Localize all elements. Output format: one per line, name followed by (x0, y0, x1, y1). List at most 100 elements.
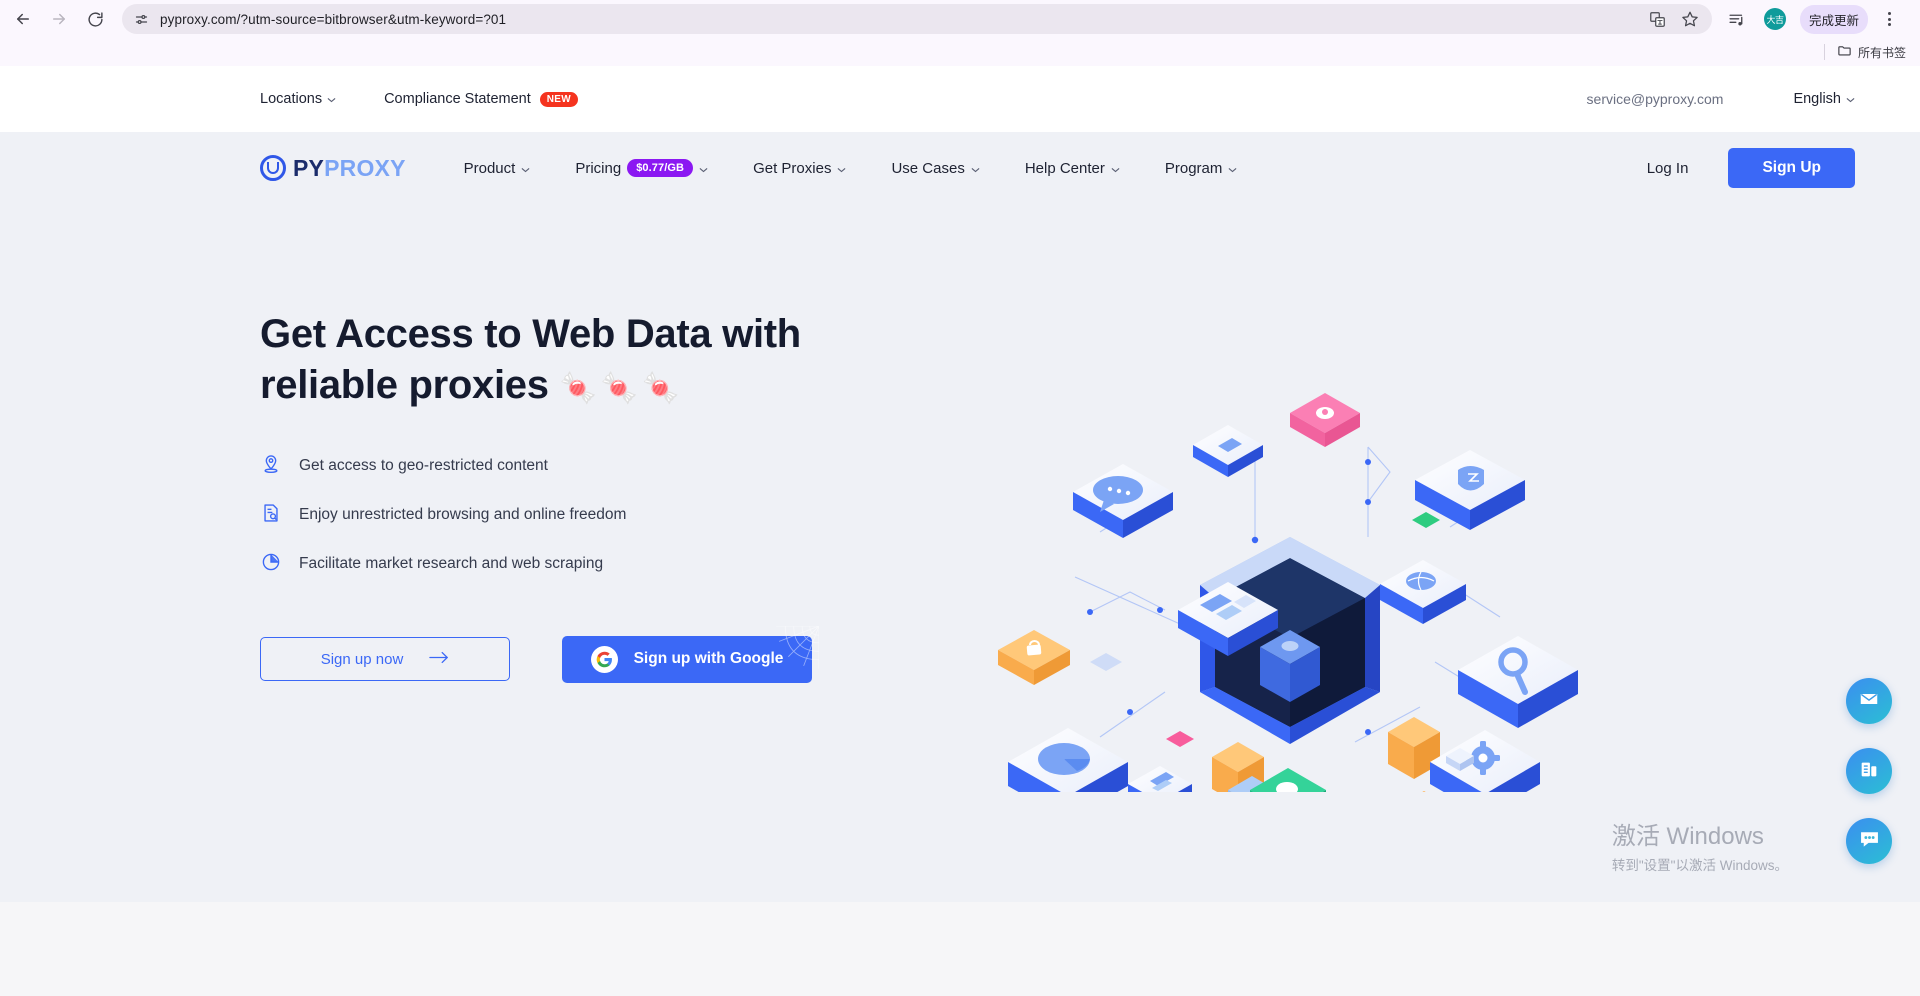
reading-list-icon (1728, 11, 1745, 28)
floating-action-buttons (1846, 678, 1892, 864)
main-navigation: PYPROXY Product Pricing $0.77/GB Get Pro… (0, 132, 1920, 204)
nav-item-use-cases[interactable]: Use Cases (891, 159, 980, 177)
document-tile (1128, 766, 1192, 814)
nav-item-pricing[interactable]: Pricing $0.77/GB (575, 159, 708, 177)
chevron-down-icon (1111, 160, 1120, 177)
pink-diamond (1166, 731, 1194, 747)
nav-actions: Log In Sign Up (1647, 148, 1855, 188)
divider (1823, 44, 1825, 60)
browser-menu-button[interactable] (1872, 2, 1906, 36)
logo-wordmark: PYPROXY (293, 155, 406, 182)
reading-list-button[interactable] (1720, 2, 1754, 36)
signup-now-label: Sign up now (320, 650, 404, 668)
language-label: English (1793, 91, 1841, 107)
url-text: pyproxy.com/?utm-source=bitbrowser&utm-k… (160, 11, 507, 27)
tag-tile (1193, 425, 1263, 477)
chevron-down-icon (699, 160, 708, 177)
spider-web-icon (773, 625, 820, 677)
candy-emoji: 🍬🍬🍬 (559, 371, 684, 405)
logo-proxy-text: PROXY (324, 154, 406, 181)
windows-activation-watermark: 激活 Windows 转到"设置"以激活 Windows。 (1612, 822, 1788, 874)
envelope-icon (1858, 688, 1880, 715)
chevron-down-icon (1228, 160, 1237, 177)
green-diamond (1412, 512, 1440, 528)
google-signup-label: Sign up with Google (633, 650, 784, 668)
watermark-subtitle: 转到"设置"以激活 Windows。 (1611, 858, 1788, 873)
feature-item: Enjoy unrestricted browsing and online f… (260, 502, 900, 529)
login-link[interactable]: Log In (1647, 160, 1689, 177)
language-selector[interactable]: English (1793, 91, 1855, 107)
document-search-icon (260, 502, 282, 529)
new-badge: NEW (539, 91, 578, 107)
translate-icon[interactable] (1646, 7, 1670, 31)
profile-button[interactable]: 大吉 (1758, 2, 1792, 36)
hero-section: PYPROXY Product Pricing $0.77/GB Get Pro… (0, 132, 1920, 902)
toolbar-right-group: 大吉 完成更新 (1720, 2, 1906, 36)
hero-title-line2: reliable proxies (260, 362, 549, 407)
signup-with-google-button[interactable]: Sign up with Google (562, 625, 820, 683)
star-icon[interactable] (1678, 7, 1702, 31)
signup-now-button[interactable]: Sign up now (260, 637, 510, 682)
nav-label: Program (1164, 159, 1223, 177)
chevron-down-icon (327, 91, 336, 107)
hero-body: Get Access to Web Data with reliable pro… (0, 204, 1920, 683)
pie-tile (1008, 728, 1128, 820)
tune-icon[interactable] (130, 8, 152, 30)
chat-tile (1073, 464, 1173, 538)
nav-label: Use Cases (891, 159, 965, 177)
logo-py-text: PY (293, 154, 325, 181)
reload-button[interactable] (78, 2, 112, 36)
support-email[interactable]: service@pyproxy.com (1587, 91, 1724, 107)
live-chat-fab[interactable] (1846, 818, 1892, 864)
all-bookmarks-item[interactable]: 所有书签 (1837, 43, 1906, 61)
nav-item-product[interactable]: Product (464, 160, 531, 177)
signup-button[interactable]: Sign Up (1728, 148, 1855, 188)
utility-links: Locations Compliance Statement NEW (260, 91, 578, 107)
pie-chart-icon (260, 551, 282, 578)
price-badge: $0.77/GB (627, 159, 694, 177)
chevron-down-icon (837, 160, 846, 177)
site-utility-bar: Locations Compliance Statement NEW servi… (0, 66, 1920, 132)
pink-lock-tile (1290, 393, 1360, 447)
nav-item-get-proxies[interactable]: Get Proxies (753, 160, 846, 177)
all-bookmarks-label: 所有书签 (1857, 45, 1906, 60)
three-dot-menu-icon (1880, 12, 1900, 26)
feature-text: Facilitate market research and web scrap… (299, 555, 604, 573)
bookmarks-bar: 所有书签 (0, 38, 1920, 66)
hero-title-line1: Get Access to Web Data with (260, 312, 801, 356)
google-icon (590, 645, 618, 673)
locations-menu[interactable]: Locations (260, 91, 336, 107)
nav-label: Get Proxies (753, 159, 832, 177)
chevron-down-icon (521, 160, 530, 177)
forward-arrow-icon (50, 10, 68, 28)
browser-toolbar: pyproxy.com/?utm-source=bitbrowser&utm-k… (0, 0, 1920, 38)
grey-diamond (1090, 653, 1122, 671)
nav-label: Help Center (1024, 159, 1105, 177)
feature-text: Get access to geo-restricted content (299, 457, 548, 475)
enterprise-fab[interactable] (1846, 748, 1892, 794)
contact-email-fab[interactable] (1846, 678, 1892, 724)
folder-icon (1837, 43, 1852, 61)
globe-tile (1380, 560, 1466, 624)
address-bar[interactable]: pyproxy.com/?utm-source=bitbrowser&utm-k… (122, 4, 1712, 34)
hero-illustration (980, 362, 1600, 832)
avatar: 大吉 (1763, 8, 1786, 30)
feature-list: Get access to geo-restricted content Enj… (260, 453, 900, 578)
cta-row: Sign up now Sign up with Google (260, 625, 900, 683)
site-logo[interactable]: PYPROXY (260, 155, 406, 182)
page-viewport: Locations Compliance Statement NEW servi… (0, 66, 1920, 996)
arrow-right-icon (429, 651, 449, 668)
nav-label: Pricing (575, 159, 622, 177)
orange-lock-tile (998, 630, 1070, 685)
watermark-title: 激活 Windows (1611, 823, 1764, 850)
forward-button[interactable] (42, 2, 76, 36)
feature-item: Get access to geo-restricted content (260, 453, 900, 480)
back-button[interactable] (6, 2, 40, 36)
feature-item: Facilitate market research and web scrap… (260, 551, 900, 578)
update-button[interactable]: 完成更新 (1799, 4, 1868, 34)
small-orange-diamond (1410, 791, 1438, 807)
nav-item-program[interactable]: Program (1165, 160, 1238, 177)
nav-item-help-center[interactable]: Help Center (1025, 160, 1120, 177)
compliance-statement-link[interactable]: Compliance Statement NEW (384, 91, 578, 107)
below-fold-section (0, 903, 1920, 996)
